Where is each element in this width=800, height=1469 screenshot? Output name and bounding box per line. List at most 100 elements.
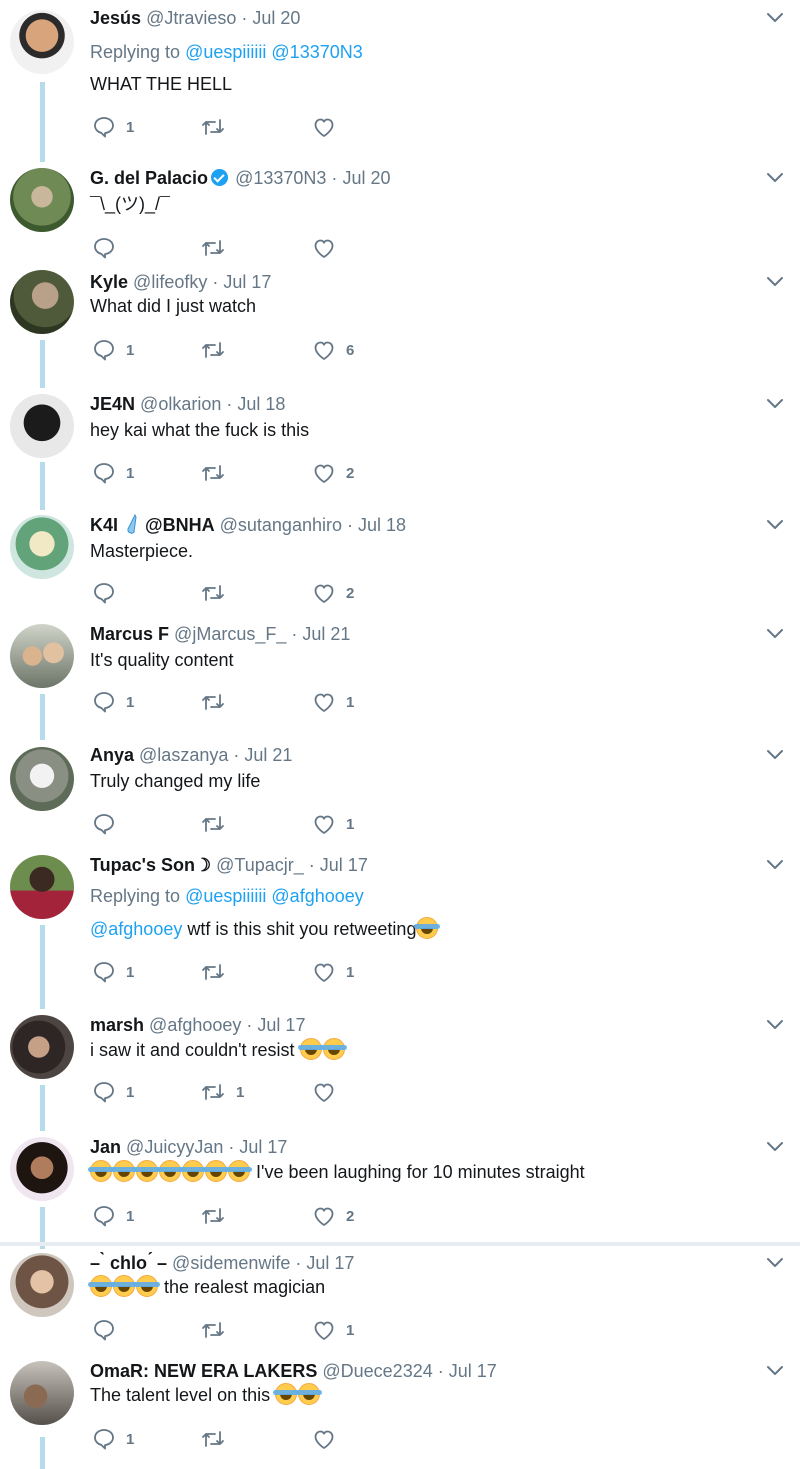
chevron-down-icon[interactable] <box>766 859 784 871</box>
retweet-button[interactable]: 1 <box>200 1079 244 1105</box>
user-handle[interactable]: @13370N3 <box>235 168 326 188</box>
tweet-date[interactable]: Jul 17 <box>223 272 271 292</box>
reply-button[interactable]: 1 <box>92 1079 134 1105</box>
mention-link[interactable]: @uespiiiiii <box>185 42 266 62</box>
mention-link[interactable]: @afghooey <box>90 919 182 939</box>
tweet-date[interactable]: Jul 17 <box>449 1361 497 1381</box>
avatar[interactable] <box>10 855 74 919</box>
avatar[interactable] <box>10 270 74 334</box>
avatar[interactable] <box>10 1361 74 1425</box>
user-name[interactable]: Marcus F <box>90 624 169 644</box>
reply-button[interactable]: 1 <box>92 1203 134 1229</box>
user-handle[interactable]: @Tupacjr_ <box>216 855 304 875</box>
user-handle[interactable]: @jMarcus_F_ <box>174 624 286 644</box>
like-button[interactable]: 2 <box>312 1203 354 1229</box>
tweet[interactable]: Marcus F @jMarcus_F_ · Jul 21 It's quali… <box>0 616 800 740</box>
tweet[interactable]: JE4N @olkarion · Jul 18 hey kai what the… <box>0 386 800 510</box>
user-handle[interactable]: @JuicyyJan <box>126 1137 223 1157</box>
user-name[interactable]: OmaR: NEW ERA LAKERS <box>90 1361 317 1381</box>
avatar[interactable] <box>10 515 74 579</box>
tweet[interactable]: Anya @laszanya · Jul 21 Truly changed my… <box>0 737 800 847</box>
retweet-button[interactable] <box>200 235 236 261</box>
user-name[interactable]: Anya <box>90 745 134 765</box>
reply-button[interactable] <box>92 1317 126 1343</box>
tweet-date[interactable]: Jul 17 <box>320 855 368 875</box>
like-button[interactable] <box>312 1426 346 1452</box>
chevron-down-icon[interactable] <box>766 1019 784 1031</box>
retweet-button[interactable] <box>200 460 236 486</box>
like-button[interactable] <box>312 235 346 261</box>
user-name[interactable]: K4I <box>90 515 118 535</box>
chevron-down-icon[interactable] <box>766 519 784 531</box>
chevron-down-icon[interactable] <box>766 172 784 184</box>
avatar[interactable] <box>10 1015 74 1079</box>
tweet-date[interactable]: Jul 18 <box>358 515 406 535</box>
retweet-button[interactable] <box>200 580 236 606</box>
user-name[interactable]: Tupac's Son <box>90 855 195 875</box>
user-handle[interactable]: @laszanya <box>139 745 228 765</box>
like-button[interactable]: 1 <box>312 1317 354 1343</box>
retweet-button[interactable] <box>200 114 236 140</box>
user-handle[interactable]: @sidemenwife <box>172 1253 290 1273</box>
mention-link[interactable]: @afghooey <box>271 886 363 906</box>
tweet[interactable]: K4I @BNHA @sutanganhiro · Jul 18 Masterp… <box>0 507 800 617</box>
reply-button[interactable] <box>92 235 126 261</box>
like-button[interactable] <box>312 114 346 140</box>
reply-button[interactable]: 1 <box>92 689 134 715</box>
reply-button[interactable]: 1 <box>92 959 134 985</box>
tweet[interactable]: marsh @afghooey · Jul 17 i saw it and co… <box>0 1007 800 1131</box>
like-button[interactable]: 6 <box>312 337 354 363</box>
tweet[interactable]: – ̀ chlo ́ – @sidemenwife · Jul 17 the r… <box>0 1245 800 1353</box>
chevron-down-icon[interactable] <box>766 628 784 640</box>
user-handle[interactable]: @afghooey <box>149 1015 241 1035</box>
tweet-date[interactable]: Jul 20 <box>342 168 390 188</box>
tweet[interactable]: Tupac's Son☽ @Tupacjr_ · Jul 17 Replying… <box>0 847 800 1009</box>
tweet[interactable]: G. del Palacio @13370N3 · Jul 20 ¯\_(ツ)_… <box>0 160 800 260</box>
tweet-date[interactable]: Jul 20 <box>252 8 300 28</box>
reply-button[interactable] <box>92 580 126 606</box>
chevron-down-icon[interactable] <box>766 749 784 761</box>
user-name[interactable]: – ̀ chlo ́ – <box>90 1253 167 1273</box>
avatar[interactable] <box>10 394 74 458</box>
user-name[interactable]: Jan <box>90 1137 121 1157</box>
chevron-down-icon[interactable] <box>766 276 784 288</box>
like-button[interactable]: 1 <box>312 811 354 837</box>
user-handle[interactable]: @Jtravieso <box>146 8 236 28</box>
chevron-down-icon[interactable] <box>766 1257 784 1269</box>
user-handle[interactable]: @olkarion <box>140 394 221 414</box>
user-name[interactable]: marsh <box>90 1015 144 1035</box>
user-handle[interactable]: @lifeofky <box>133 272 207 292</box>
like-button[interactable]: 1 <box>312 959 354 985</box>
reply-button[interactable]: 1 <box>92 114 134 140</box>
chevron-down-icon[interactable] <box>766 1365 784 1377</box>
avatar[interactable] <box>10 1137 74 1201</box>
like-button[interactable] <box>312 1079 346 1105</box>
retweet-button[interactable] <box>200 811 236 837</box>
retweet-button[interactable] <box>200 1203 236 1229</box>
tweet-date[interactable]: Jul 17 <box>257 1015 305 1035</box>
retweet-button[interactable] <box>200 1317 236 1343</box>
tweet-date[interactable]: Jul 21 <box>244 745 292 765</box>
mention-link[interactable]: @13370N3 <box>271 42 362 62</box>
user-handle[interactable]: @Duece2324 <box>322 1361 432 1381</box>
tweet[interactable]: OmaR: NEW ERA LAKERS @Duece2324 · Jul 17… <box>0 1353 800 1469</box>
reply-button[interactable] <box>92 811 126 837</box>
tweet[interactable]: Jan @JuicyyJan · Jul 17 I've been laughi… <box>0 1129 800 1249</box>
avatar[interactable] <box>10 747 74 811</box>
avatar[interactable] <box>10 168 74 232</box>
avatar[interactable] <box>10 624 74 688</box>
retweet-button[interactable] <box>200 337 236 363</box>
mention-link[interactable]: @uespiiiiii <box>185 886 266 906</box>
retweet-button[interactable] <box>200 959 236 985</box>
retweet-button[interactable] <box>200 689 236 715</box>
reply-button[interactable]: 1 <box>92 460 134 486</box>
user-name[interactable]: Kyle <box>90 272 128 292</box>
user-name[interactable]: JE4N <box>90 394 135 414</box>
avatar[interactable] <box>10 10 74 74</box>
reply-button[interactable]: 1 <box>92 337 134 363</box>
user-name[interactable]: Jesús <box>90 8 141 28</box>
tweet-date[interactable]: Jul 17 <box>239 1137 287 1157</box>
retweet-button[interactable] <box>200 1426 236 1452</box>
like-button[interactable]: 2 <box>312 460 354 486</box>
chevron-down-icon[interactable] <box>766 398 784 410</box>
